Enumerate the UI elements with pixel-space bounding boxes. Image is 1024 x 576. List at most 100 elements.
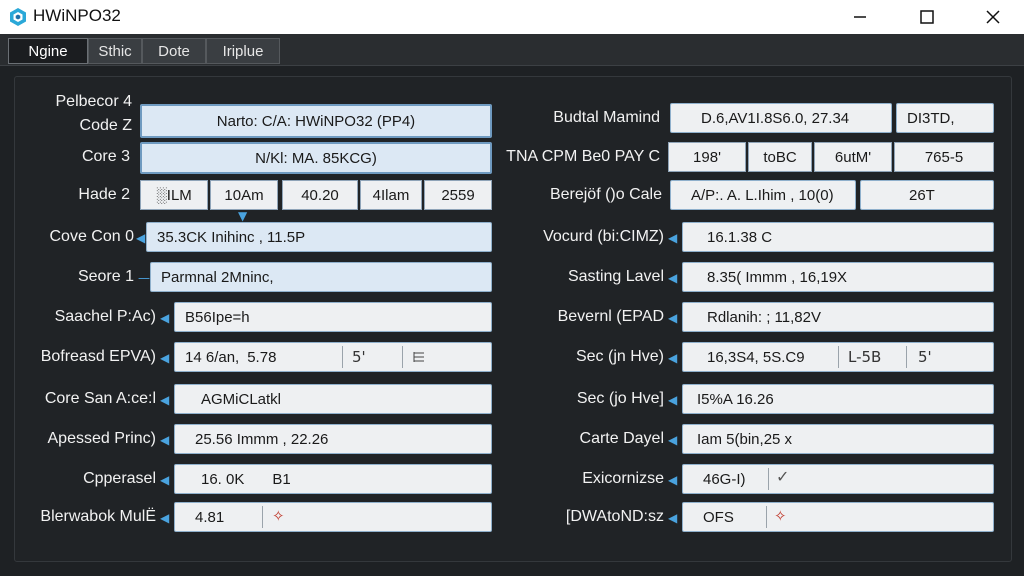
close-button[interactable]: [963, 0, 1023, 34]
hade-cell-4[interactable]: 4Ilam: [360, 180, 422, 210]
apessed-field[interactable]: 25.56 Immm , 22.26: [174, 424, 492, 454]
check-icon[interactable]: ✓: [776, 467, 789, 486]
core3-field[interactable]: N/Kl: MA. 85KCG): [140, 142, 492, 174]
label-dwatond: [DWAtoND:sz: [565, 508, 664, 525]
exicornizse-field[interactable]: 46G-I): [682, 464, 994, 494]
pointer-left-icon: ◀: [136, 231, 146, 245]
hade-cell-5[interactable]: 2559: [424, 180, 492, 210]
label-bofreasd: Bofreasd EPVA): [40, 348, 156, 365]
alert-icon[interactable]: ✧: [774, 507, 787, 525]
pointer-left-icon: ◀: [668, 473, 678, 487]
label-core-san: Core San A:ce:l: [44, 390, 156, 407]
maximize-button[interactable]: [897, 0, 957, 34]
label-apessed: Apessed Princ): [47, 430, 157, 447]
label-carte-dayel: Carte Dayel: [579, 430, 664, 447]
label-cove-con: Cove Con 0: [49, 228, 135, 245]
close-icon: [986, 10, 1000, 24]
label-code: Code Z: [79, 117, 132, 134]
hade-cell-2[interactable]: 10Am: [210, 180, 278, 210]
pointer-left-icon: ◀: [668, 271, 678, 285]
berejof-field-b[interactable]: 26T: [860, 180, 994, 210]
pointer-left-icon: ◀: [668, 511, 678, 525]
window-title: HWiNPO32: [33, 6, 121, 25]
pointer-left-icon: ◀: [668, 433, 678, 447]
vocurd-field[interactable]: 16.1.38 C: [682, 222, 994, 252]
minimize-button[interactable]: [830, 0, 890, 34]
core-san-field[interactable]: AGMiCLatkl: [174, 384, 492, 414]
bofreasd-value-a: 14 6/an,: [185, 348, 240, 366]
divider: [768, 468, 769, 490]
chevron-down-icon: ▼: [238, 209, 248, 223]
tna-cell-2[interactable]: toBC: [748, 142, 812, 172]
label-sec-jn: Sec (jn Hve): [575, 348, 664, 365]
processor-name-field[interactable]: Narto: C/A: HWiNPO32 (PP4): [140, 104, 492, 138]
title-bar: HWiNPO32: [0, 0, 1024, 34]
label-cpperasel: Cpperasel: [83, 470, 156, 487]
saachel-field[interactable]: B56Ipe=h: [174, 302, 492, 332]
pointer-left-icon: ◀: [668, 393, 678, 407]
bofreasd-value-b: 5.78: [247, 348, 277, 366]
bofreasd-field[interactable]: 14 6/an, 5.78: [174, 342, 492, 372]
pointer-left-icon: ◀: [160, 473, 170, 487]
label-exicornizse: Exicornizse: [582, 470, 664, 487]
budtal-field-a[interactable]: D.6,AV1I.8S6.0, 27.34: [670, 103, 892, 133]
tab-iriplue[interactable]: Iriplue: [206, 38, 280, 64]
hade-cell-3[interactable]: 40.20: [282, 180, 358, 210]
divider: [262, 506, 263, 528]
sasting-field[interactable]: 8.35( Immm , 16,19X: [682, 262, 994, 292]
pointer-left-icon: ◀: [160, 393, 170, 407]
label-budtal: Budtal Mamind: [553, 109, 660, 126]
label-blerwabok: Blerwabok MulË: [40, 508, 156, 525]
bofreasd-value-c: 5': [352, 348, 366, 366]
maximize-icon: [920, 10, 934, 24]
label-sec-jo: Sec (jo Hve]: [576, 390, 664, 407]
tna-cell-4[interactable]: 765-5: [894, 142, 994, 172]
tab-bar: Ngine Sthic Dote Iriplue: [0, 34, 1024, 66]
blerwabok-field[interactable]: 4.81: [174, 502, 492, 532]
pointer-left-icon: ◀: [160, 433, 170, 447]
sec-jo-field[interactable]: I5%A 16.26: [682, 384, 994, 414]
sec-jn-value-b: L-5B: [848, 348, 882, 366]
budtal-field-b[interactable]: DI3TD,: [896, 103, 994, 133]
tab-ngine[interactable]: Ngine: [8, 38, 88, 64]
cpperasel-field[interactable]: 16. 0K B1: [174, 464, 492, 494]
label-hade2: Hade 2: [78, 186, 130, 203]
cove-con-field[interactable]: 35.3CK Inihinc , 11.5P: [146, 222, 492, 252]
divider: [838, 346, 839, 368]
hade-cell-1[interactable]: ░ILM: [140, 180, 208, 210]
divider: [766, 506, 767, 528]
divider: [402, 346, 403, 368]
berejof-field-a[interactable]: A/P:. A. L.Ihim , 10(0): [670, 180, 856, 210]
tab-dote[interactable]: Dote: [142, 38, 206, 64]
tna-cell-3[interactable]: 6utM': [814, 142, 892, 172]
dwatond-field[interactable]: OFS: [682, 502, 994, 532]
label-bevernl: Bevernl (EPAD: [557, 308, 664, 325]
tna-cell-1[interactable]: 198': [668, 142, 746, 172]
label-processor: Pelbecor 4: [55, 93, 133, 110]
label-berejof: Berejöf ()o Cale: [549, 186, 662, 203]
list-icon[interactable]: [412, 350, 426, 364]
bevernl-field[interactable]: Rdlanih: ; 11,82V: [682, 302, 994, 332]
carte-dayel-field[interactable]: Iam 5(bin,25 x: [682, 424, 994, 454]
app-logo-icon: [10, 8, 26, 26]
label-tna-cpm: TNA CPM Be0 PAY C: [506, 148, 660, 165]
label-seore1: Seore 1: [77, 268, 134, 285]
label-core3: Core 3: [81, 148, 130, 165]
app-window: HWiNPO32 Ngine Sthic Dote Iriplue Pelbec…: [0, 0, 1024, 576]
pointer-left-icon: ◀: [668, 351, 678, 365]
seore1-field[interactable]: Parmnal 2Mninc,: [150, 262, 492, 292]
pointer-left-icon: ◀: [160, 311, 170, 325]
pointer-left-icon: ◀: [668, 311, 678, 325]
label-vocurd: Vocurd (bi:CIMZ): [543, 228, 664, 245]
divider: [906, 346, 907, 368]
label-sasting: Sasting Lavel: [567, 268, 664, 285]
sec-jn-value-c: 5': [918, 348, 932, 366]
minimize-icon: [854, 16, 866, 18]
pointer-left-icon: ◀: [668, 231, 678, 245]
pointer-left-icon: —: [138, 271, 150, 285]
label-saachel: Saachel P:Ac): [54, 308, 156, 325]
alert-icon[interactable]: ✧: [272, 507, 285, 525]
pointer-left-icon: ◀: [160, 351, 170, 365]
pointer-left-icon: ◀: [160, 511, 170, 525]
tab-sthic[interactable]: Sthic: [88, 38, 142, 64]
